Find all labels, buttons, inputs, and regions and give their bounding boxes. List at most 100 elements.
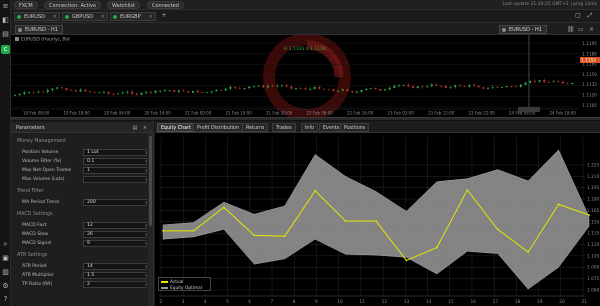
spinner-icon[interactable]: ⇕ — [145, 177, 147, 183]
close-icon[interactable]: × — [149, 13, 153, 22]
maximize-icon[interactable]: ⤢ — [586, 12, 594, 20]
time-tick-label: 20 Feb 04:00 — [104, 111, 131, 116]
parameter-field[interactable]: 200 ⇕ — [83, 199, 147, 206]
copy-icon[interactable]: ▣ — [1, 254, 10, 263]
spinner-icon[interactable]: ⇕ — [145, 282, 147, 288]
menu-icon[interactable]: ≡ — [1, 2, 10, 11]
spinner-icon[interactable]: ⇕ — [145, 232, 147, 238]
close-chart-icon[interactable]: × — [589, 25, 594, 34]
parameter-row: Max Volume (Lots) ⇕ — [11, 176, 147, 184]
legend-label: Equity Optimal — [170, 286, 202, 291]
candle-body — [519, 84, 522, 87]
candle-body — [201, 92, 204, 94]
parameter-field[interactable]: ⇕ — [83, 176, 147, 183]
main-chart[interactable]: 1.1195 1.1180 1.1165 1.1150 1.1135 1.1120 1.11… — [11, 35, 600, 117]
equity-chart[interactable]: 2 3 4 5 6 7 8 9 10 11 12 13 14 15 16 17 18 19 20 21 1.225 1.2… — [155, 133, 600, 306]
candle-body — [177, 90, 180, 92]
parameter-field[interactable]: 0.1 ⇕ — [83, 158, 147, 165]
candle-body — [23, 92, 26, 94]
watchlist-pill[interactable]: Watchlist — [107, 1, 140, 9]
chart-icon[interactable]: ▤ — [1, 30, 10, 39]
candle-body — [117, 93, 120, 95]
results-tab[interactable]: Info — [301, 123, 319, 132]
analyze-icon[interactable]: ▥ — [1, 268, 10, 277]
instrument-tab[interactable]: EURUSD × — [14, 12, 60, 21]
candle-body — [18, 93, 21, 95]
parameter-field[interactable]: 1 ⇕ — [83, 167, 147, 174]
spinner-icon[interactable]: ⇕ — [145, 264, 147, 270]
results-tab[interactable]: Positions — [340, 123, 370, 132]
candle-body — [538, 80, 541, 82]
parameters-scrollbar[interactable] — [148, 133, 153, 306]
spinner-icon[interactable]: ⇕ — [145, 168, 147, 174]
candle-body — [491, 86, 494, 88]
actual-point — [557, 203, 560, 206]
parameter-field[interactable]: 2 ⇕ — [83, 281, 147, 288]
section-heading[interactable]: Money Management — [17, 139, 66, 144]
candle-body — [42, 91, 45, 93]
chart-tab-right[interactable]: EURUSD - H1 — [499, 25, 547, 34]
close-icon[interactable]: × — [53, 13, 57, 22]
section-heading[interactable]: MACD Settings — [17, 212, 53, 217]
results-tab[interactable]: Returns — [242, 123, 269, 132]
layout-icon[interactable]: ▢ — [574, 12, 582, 20]
parameter-field[interactable]: 1.5 ⇕ — [83, 272, 147, 279]
candle-body — [332, 89, 335, 92]
candle-body — [309, 88, 312, 90]
scroll-thumb[interactable] — [149, 136, 152, 226]
x-tick-label: 18 — [515, 299, 521, 305]
ohlc-readout: H 1.1183 L 1.1114 — [284, 47, 326, 52]
candle-body — [168, 90, 171, 92]
spinner-icon[interactable]: ⇕ — [145, 223, 147, 229]
connection-pill[interactable]: Connection: Active — [44, 1, 102, 9]
search-icon[interactable]: ⌕ — [1, 240, 10, 249]
section-heading[interactable]: Trend Filter — [17, 189, 44, 194]
spinner-icon[interactable]: ⇕ — [145, 200, 147, 206]
broker-pill[interactable]: FXCM — [14, 1, 38, 9]
candle-body — [341, 89, 344, 91]
panel-close-icon[interactable]: × — [142, 125, 148, 131]
candle-body — [220, 89, 223, 91]
parameter-field[interactable]: 26 ⇕ — [83, 231, 147, 238]
trade-icon[interactable]: ◧ — [1, 16, 10, 25]
candle-body — [552, 81, 555, 83]
help-icon[interactable]: ? — [1, 295, 10, 304]
save-icon[interactable]: ▤ — [132, 125, 138, 131]
section-heading[interactable]: ATR Settings — [17, 253, 47, 258]
chart-tab[interactable]: EURUSD - H1 — [15, 25, 63, 34]
status-pill[interactable]: Connected — [147, 1, 184, 9]
candle-body — [407, 84, 410, 87]
spinner-icon[interactable]: ⇕ — [145, 273, 147, 279]
candle-body — [463, 86, 466, 87]
y-tick-label: 1.165 — [587, 208, 600, 214]
close-icon[interactable]: × — [101, 13, 105, 22]
instrument-tab[interactable]: EURGBP × — [110, 12, 156, 21]
parameter-field[interactable]: 1 Lot ⇕ — [83, 149, 147, 156]
results-tab[interactable]: Trades — [272, 123, 296, 132]
candle-body — [510, 86, 513, 87]
add-tab-icon[interactable]: + — [160, 12, 168, 20]
results-tab[interactable]: Profit Distribution — [193, 123, 244, 132]
candle-body — [435, 84, 438, 86]
parameter-field[interactable]: 9 ⇕ — [83, 240, 147, 247]
time-tick-label: 19 Feb 08:00 — [23, 111, 50, 116]
status-dot-icon — [65, 15, 69, 19]
parameter-field[interactable]: 12 ⇕ — [83, 222, 147, 229]
instrument-tab[interactable]: GBPUSD × — [62, 12, 108, 21]
spinner-icon[interactable]: ⇕ — [145, 150, 147, 156]
automate-icon[interactable]: c — [1, 45, 10, 54]
spinner-icon[interactable]: ⇕ — [145, 241, 147, 247]
results-tab[interactable]: Equity Chart — [157, 123, 195, 132]
settings-icon[interactable]: ⚙ — [1, 282, 10, 291]
time-tick-label: 20 Feb 14:00 — [145, 111, 172, 116]
parameter-field[interactable]: 14 ⇕ — [83, 263, 147, 270]
chart-symbol-label: EURUSD (Hourly), Bid — [15, 37, 70, 43]
time-cursor-marker — [518, 107, 540, 112]
link-icon[interactable]: ⛓ — [567, 25, 575, 34]
status-dot-icon — [113, 15, 117, 19]
candle-body — [135, 93, 138, 95]
actual-point — [435, 246, 438, 249]
window-icon[interactable]: ▭ — [578, 25, 584, 34]
parameter-label: Max Volume (Lots) — [22, 177, 65, 182]
spinner-icon[interactable]: ⇕ — [145, 159, 147, 165]
